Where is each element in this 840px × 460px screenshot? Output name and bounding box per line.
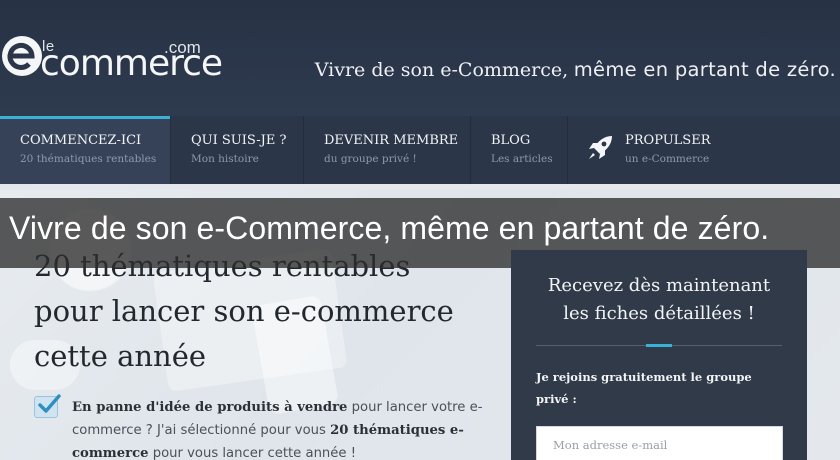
nav-item-devenir-membre[interactable]: DEVENIR MEMBRE du groupe privé ! [303, 116, 470, 184]
nav-label: PROPULSER [625, 133, 711, 148]
site-header: le commerce .com Vivre de son e-Commerce… [0, 0, 840, 116]
signup-title-line: les fiches détaillées ! [563, 303, 755, 324]
logo-com-text: .com [164, 38, 201, 57]
nav-sublabel: 20 thématiques rentables [20, 153, 157, 165]
signup-text: Je rejoins gratuitement le groupe privé … [536, 370, 752, 406]
hero-paragraph: En panne d'idée de produits à vendre pou… [72, 396, 492, 460]
overlay-banner-text: Vivre de son e-Commerce, même en partant… [9, 210, 770, 246]
logo-e-icon [2, 36, 42, 76]
para-text-2: pour vous lancer cette année ! [148, 446, 356, 460]
nav-sublabel: Les articles [491, 153, 553, 165]
email-field[interactable]: Mon adresse e-mail [536, 426, 783, 460]
nav-sublabel: du groupe privé ! [324, 153, 417, 165]
tagline-part1: Vivre de son e-Commerce, [314, 59, 569, 81]
nav-item-qui-suis-je[interactable]: QUI SUIS-JE ? Mon histoire [170, 116, 303, 184]
nav-item-blog[interactable]: BLOG Les articles [470, 116, 567, 184]
checkbox-icon [34, 394, 61, 418]
tagline-part2: même en partant de zéro. [573, 58, 836, 81]
signup-divider-accent [646, 344, 672, 347]
headline-line: cette année [34, 339, 207, 373]
signup-title-line: Recevez dès maintenant [547, 275, 771, 296]
checkmark-icon [38, 394, 61, 413]
header-tagline: Vivre de son e-Commerce, même en partant… [315, 58, 836, 82]
para-bold-1: En panne d'idée de produits à vendre [72, 400, 348, 415]
nav-label: QUI SUIS-JE ? [191, 133, 287, 148]
signup-title: Recevez dès maintenant les fiches détail… [511, 272, 807, 328]
rocket-icon [589, 136, 612, 159]
nav-sublabel: Mon histoire [191, 153, 259, 165]
nav-label: DEVENIR MEMBRE [324, 133, 459, 148]
main-nav: COMMENCEZ-ICI 20 thématiques rentables Q… [0, 116, 840, 184]
nav-label: BLOG [491, 133, 531, 148]
nav-label: COMMENCEZ-ICI [20, 133, 142, 148]
site-logo[interactable]: le commerce .com [0, 34, 223, 84]
headline-line: pour lancer son e-commerce [34, 294, 454, 328]
nav-item-commencez-ici[interactable]: COMMENCEZ-ICI 20 thématiques rentables [0, 116, 170, 184]
nav-sublabel: un e-Commerce [625, 153, 710, 165]
